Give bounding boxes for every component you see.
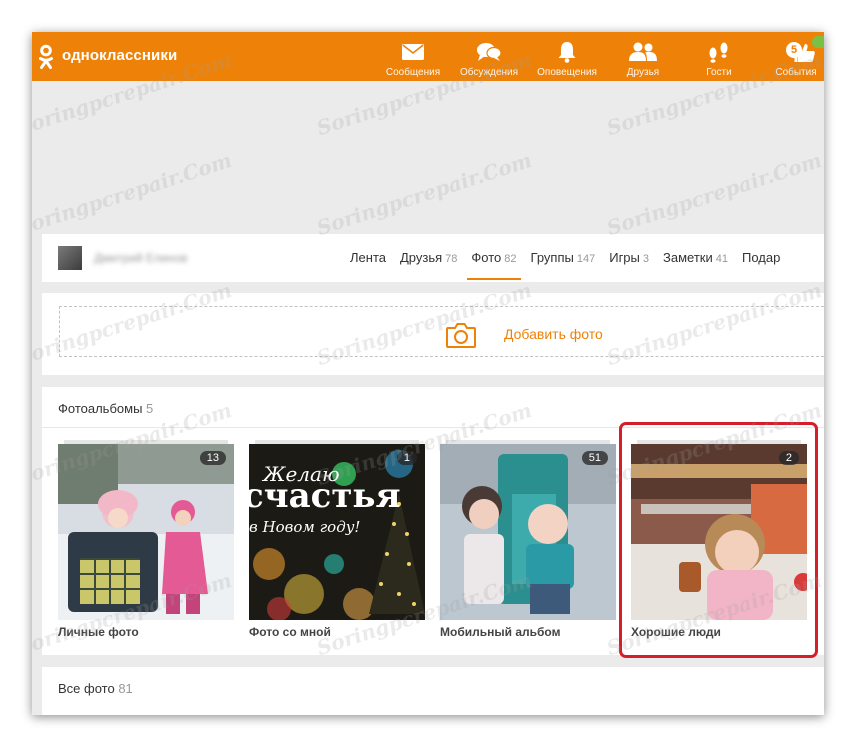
nav-label: Обсуждения: [459, 67, 519, 78]
tab-label: Группы: [530, 250, 574, 265]
camera-icon[interactable]: [445, 321, 477, 349]
nav-label: Гости: [706, 67, 732, 78]
profile-nav-bar: Дмитрий Елинов Лента Друзья 78 Фото 82 Гру…: [42, 234, 824, 282]
watermark-text: Soringpcrepair.Com: [603, 147, 824, 241]
album-photo-count: 13: [199, 451, 226, 465]
watermark-text: Soringpcrepair.Com: [32, 147, 235, 241]
nav-friends[interactable]: Друзья: [615, 32, 671, 81]
tab-label: Подар: [742, 250, 781, 265]
albums-count: 5: [146, 401, 154, 416]
album-name[interactable]: Фото со мной: [249, 625, 331, 639]
all-photos-section: [42, 667, 824, 715]
avatar[interactable]: [58, 246, 82, 270]
footprints-icon: [709, 42, 728, 63]
tab-count: 147: [576, 253, 596, 265]
nav-messages[interactable]: Сообщения: [383, 32, 443, 81]
card-text-line2: счастья: [249, 476, 401, 516]
watermark-text: Soringpcrepair.Com: [313, 147, 535, 241]
highlight-frame: [619, 422, 818, 658]
tab-notes[interactable]: Заметки 41: [663, 250, 728, 265]
browser-viewport: одноклассники Сообщения Обсуждения Опове…: [32, 32, 824, 715]
nav-label: Оповещения: [537, 67, 597, 78]
bell-icon: [558, 42, 576, 63]
tab-feed[interactable]: Лента: [350, 250, 386, 265]
album-name[interactable]: Мобильный альбом: [440, 625, 560, 639]
tab-gifts[interactable]: Подар: [742, 250, 780, 265]
tab-label: Лента: [350, 250, 386, 265]
tab-label: Игры: [609, 250, 640, 265]
tab-friends[interactable]: Друзья 78: [400, 250, 457, 265]
ok-logo-icon[interactable]: [38, 44, 54, 70]
nav-discussions[interactable]: Обсуждения: [456, 32, 522, 81]
albums-heading[interactable]: Фотоальбомы 5: [58, 401, 153, 416]
album-photo-count: 1: [396, 451, 417, 465]
envelope-icon: [402, 44, 424, 60]
tab-label: Друзья: [399, 250, 443, 265]
nav-label: Сообщения: [385, 67, 441, 78]
album-cover[interactable]: Желаю счастья в Новом году!: [249, 444, 425, 620]
add-photo-link[interactable]: Добавить фото: [504, 326, 603, 342]
events-count-badge: 5: [786, 42, 802, 58]
friends-icon: [629, 42, 657, 61]
profile-name[interactable]: Дмитрий Елинов: [94, 251, 187, 265]
profile-tabs: Лента Друзья 78 Фото 82 Группы 147 Игры 3 За…: [350, 250, 794, 280]
top-navigation-bar: одноклассники Сообщения Обсуждения Опове…: [32, 32, 824, 81]
tab-label: Фото: [471, 250, 502, 265]
album-cover[interactable]: [58, 444, 234, 620]
album-name[interactable]: Личные фото: [58, 625, 139, 639]
tab-count: 82: [504, 253, 517, 265]
all-photos-heading[interactable]: Все фото 81: [58, 681, 133, 696]
tab-count: 41: [715, 253, 728, 265]
albums-title: Фотоальбомы: [58, 401, 143, 416]
brand-name[interactable]: одноклассники: [62, 47, 177, 64]
album-cover[interactable]: [440, 444, 616, 620]
chat-bubbles-icon: [477, 43, 502, 61]
tab-photos[interactable]: Фото 82: [467, 250, 521, 280]
all-photos-count: 81: [118, 681, 133, 696]
tab-games[interactable]: Игры 3: [609, 250, 649, 265]
nav-label: Друзья: [626, 67, 660, 78]
nav-guests[interactable]: Гости: [691, 32, 747, 81]
tab-groups[interactable]: Группы 147: [531, 250, 596, 265]
card-text-line3: в Новом году!: [249, 518, 361, 536]
album-photo-count: 51: [581, 451, 608, 465]
online-indicator: [812, 36, 824, 48]
all-photos-title: Все фото: [58, 681, 115, 696]
nav-notifications[interactable]: Оповещения: [534, 32, 600, 81]
add-photo-card: [42, 293, 824, 375]
tab-label: Заметки: [663, 250, 713, 265]
add-photo-dropzone[interactable]: [59, 306, 824, 357]
nav-label: События: [775, 67, 817, 78]
tab-count: 3: [642, 253, 650, 265]
tab-count: 78: [445, 253, 458, 265]
